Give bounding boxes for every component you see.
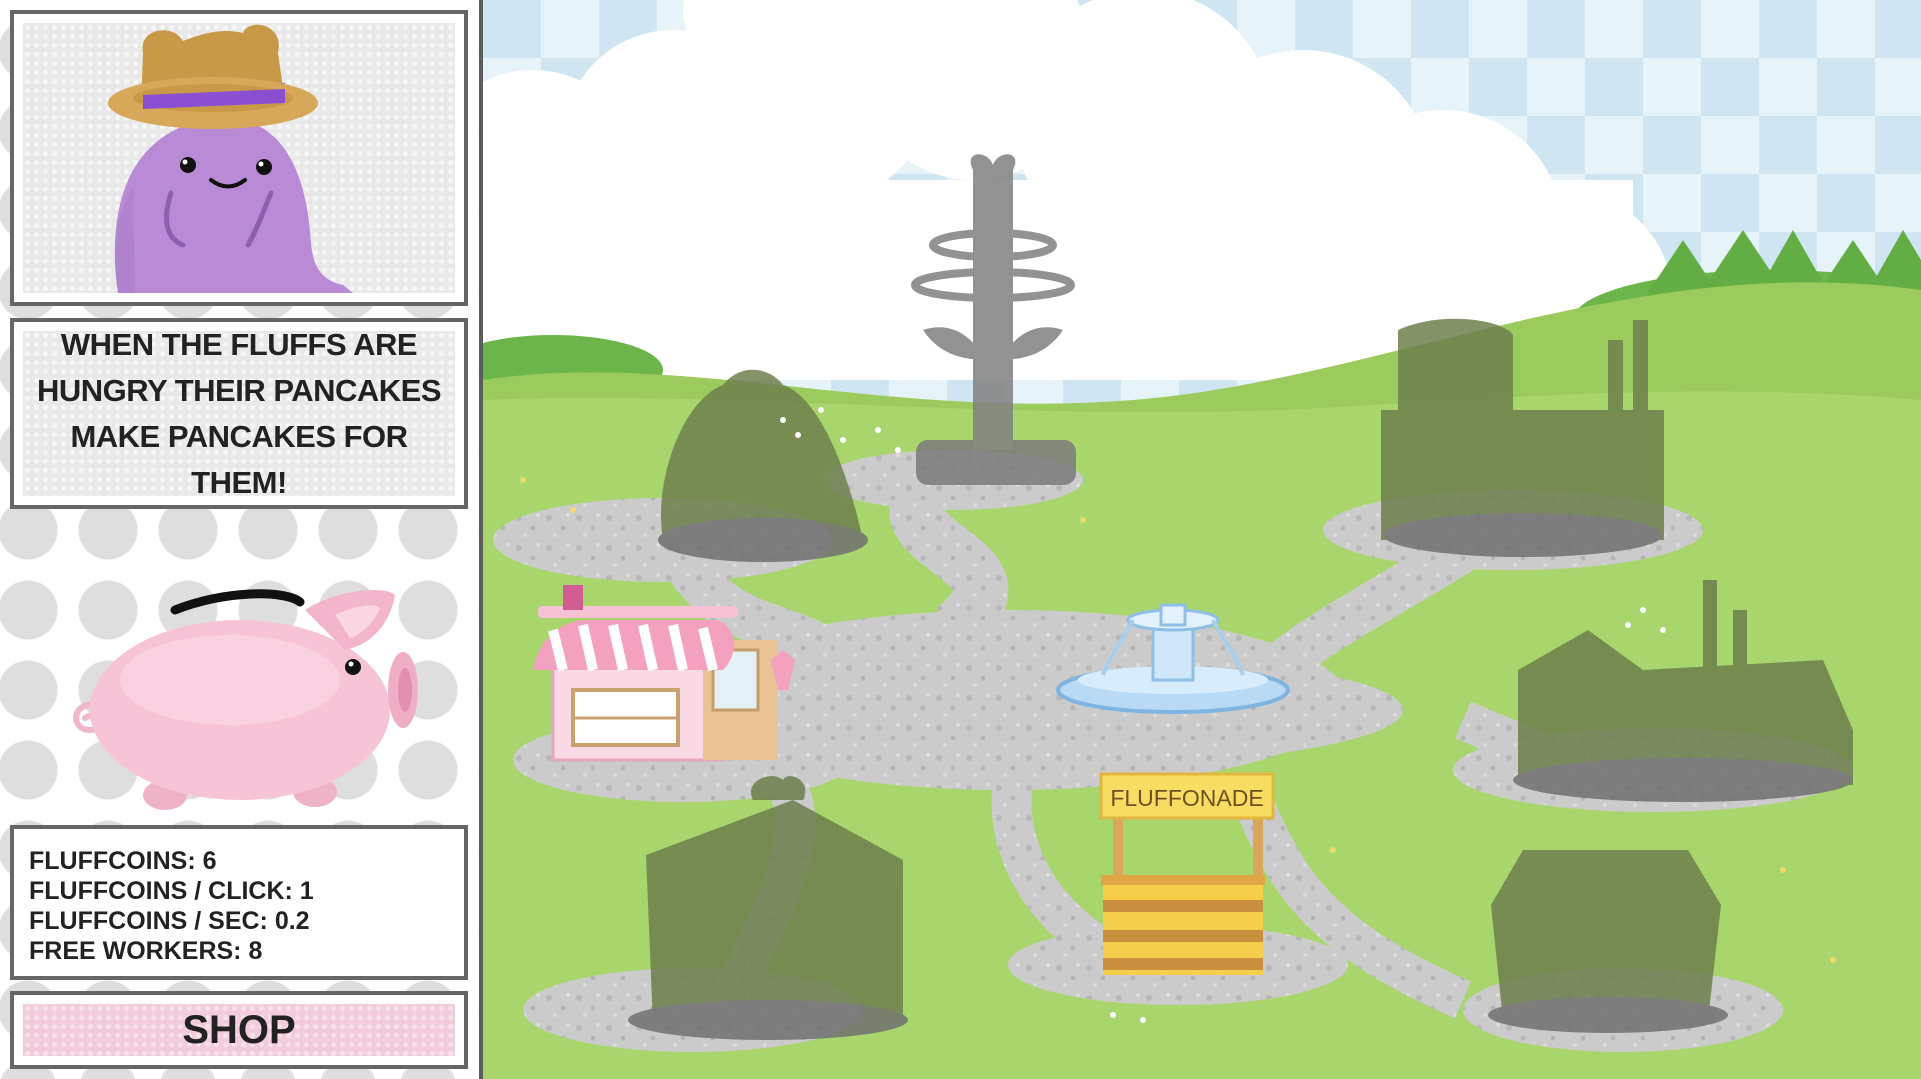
piggy-bank-icon[interactable] <box>55 570 435 820</box>
fluffcoins-per-sec: FLUFFCOINS / SEC: 0.2 <box>29 907 310 935</box>
fluffcoins-per-click: FLUFFCOINS / CLICK: 1 <box>29 877 314 905</box>
fluffcoins-count: FLUFFCOINS: 6 <box>29 847 217 875</box>
stats-panel: FLUFFCOINS: 6 FLUFFCOINS / CLICK: 1 FLUF… <box>10 825 468 980</box>
purple-fluff-character <box>108 24 353 293</box>
portrait-background <box>23 23 455 293</box>
town-map: FLUFFONADE <box>483 0 1921 1079</box>
straw-hat-icon <box>108 24 318 129</box>
shop-button-label[interactable]: SHOP <box>23 1004 455 1056</box>
locked-barn-right[interactable] <box>1488 850 1728 1033</box>
message-box: WHEN THE FLUFFS ARE HUNGRY THEIR PANCAKE… <box>10 318 468 509</box>
character-portrait <box>10 10 468 306</box>
free-workers-count: FREE WORKERS: 8 <box>29 937 263 965</box>
sidebar: WHEN THE FLUFFS ARE HUNGRY THEIR PANCAKE… <box>0 0 483 1079</box>
shop-button[interactable]: SHOP <box>10 991 468 1069</box>
message-text: WHEN THE FLUFFS ARE HUNGRY THEIR PANCAKE… <box>23 327 455 500</box>
fluffonade-sign-text: FLUFFONADE <box>1110 785 1263 811</box>
stats-inner: FLUFFCOINS: 6 FLUFFCOINS / CLICK: 1 FLUF… <box>23 838 455 967</box>
